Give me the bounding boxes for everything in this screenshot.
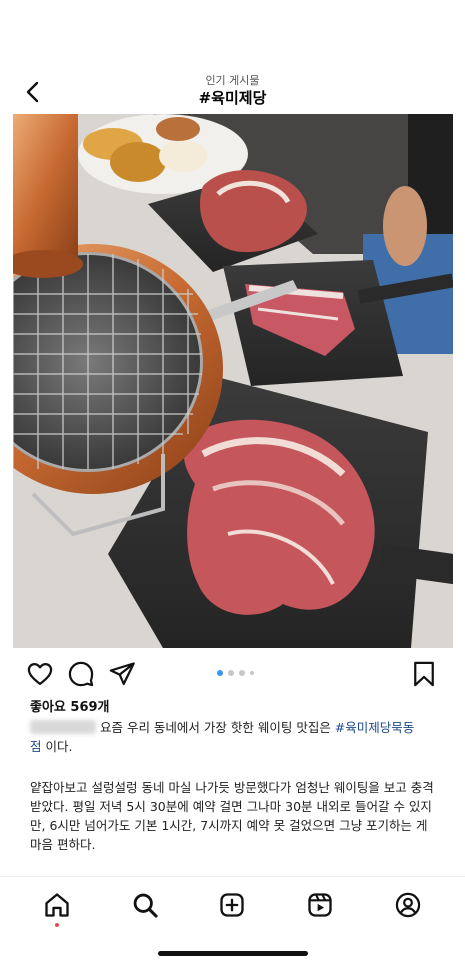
carousel-dot [250, 671, 254, 675]
carousel-dot [239, 670, 245, 676]
bookmark-icon[interactable] [410, 660, 438, 688]
carousel-indicator [217, 670, 254, 676]
grilled-pork-photo [13, 114, 453, 648]
header-subtitle: 인기 게시물 [205, 74, 260, 87]
home-icon[interactable] [43, 891, 71, 919]
notification-dot [55, 923, 59, 927]
home-indicator[interactable] [158, 951, 308, 956]
carousel-dot [228, 670, 234, 676]
username-blurred[interactable] [30, 720, 96, 734]
bottom-tab-bar [0, 876, 465, 936]
hashtag-link-tail[interactable]: 점 [30, 739, 42, 754]
caption-second-paragraph: 얕잡아보고 설렁설렁 동네 마실 나가듯 방문했다가 엄청난 웨이팅을 보고 충… [30, 780, 434, 852]
post-caption: 요즘 우리 동네에서 가장 핫한 웨이팅 맛집은 #육미제당묵동점 이다. 얕잡… [30, 718, 442, 866]
post-header: 인기 게시물 #육미제당 [0, 60, 465, 120]
caption-text-end: 이다. [41, 739, 73, 754]
post-actions [0, 656, 465, 692]
search-icon[interactable] [131, 891, 159, 919]
heart-icon[interactable] [26, 660, 54, 688]
create-icon[interactable] [218, 891, 246, 919]
reels-icon[interactable] [306, 891, 334, 919]
likes-count[interactable]: 좋아요 569개 [30, 696, 110, 715]
profile-icon[interactable] [394, 891, 422, 919]
header-title: #육미제당 [198, 89, 267, 107]
post-photo[interactable] [13, 114, 453, 648]
comment-icon[interactable] [67, 660, 95, 688]
caption-first-paragraph: 요즘 우리 동네에서 가장 핫한 웨이팅 맛집은 #육미제당묵동점 이다. [30, 718, 442, 756]
caption-text: 요즘 우리 동네에서 가장 핫한 웨이팅 맛집은 [96, 720, 335, 735]
send-icon[interactable] [108, 660, 136, 688]
carousel-dot [217, 670, 223, 676]
hashtag-link[interactable]: #육미제당묵동 [335, 720, 414, 735]
